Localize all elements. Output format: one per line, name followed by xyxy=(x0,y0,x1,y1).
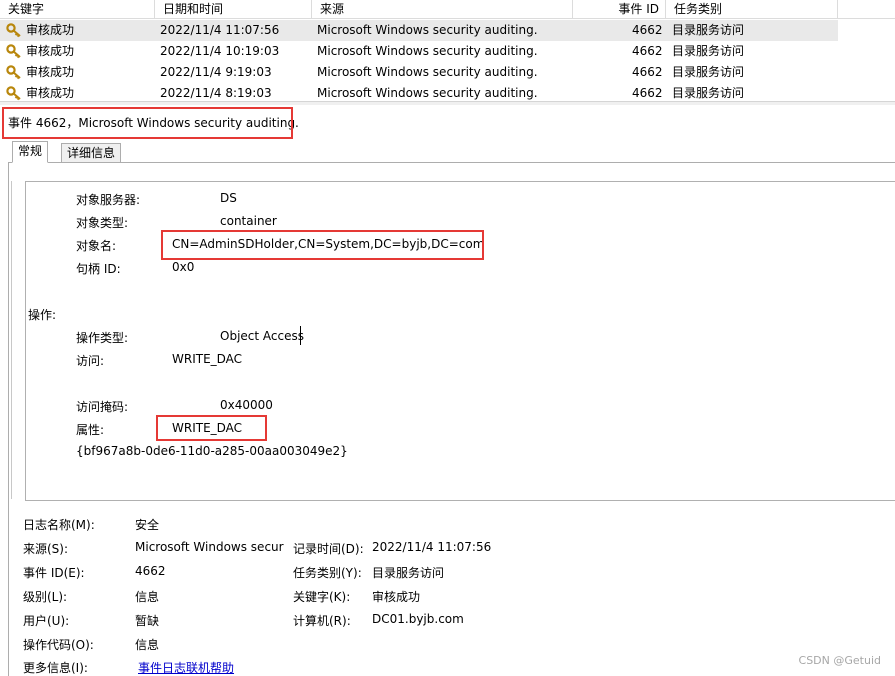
row-keyword: 审核成功 xyxy=(26,23,75,37)
row-source: Microsoft Windows security auditing. xyxy=(317,23,538,37)
text-caret xyxy=(300,326,301,345)
tab-details[interactable]: 详细信息 xyxy=(61,143,122,163)
value-opcode: 信息 xyxy=(135,638,160,652)
row-datetime: 2022/11/4 8:19:03 xyxy=(160,86,272,100)
label-object-server: 对象服务器: xyxy=(76,193,141,207)
column-header-filler xyxy=(838,0,895,19)
row-task: 目录服务访问 xyxy=(672,23,745,37)
label-level: 级别(L): xyxy=(23,590,68,604)
row-source: Microsoft Windows security auditing. xyxy=(317,44,538,58)
tab-general[interactable]: 常规 xyxy=(12,141,49,163)
value-object-server: DS xyxy=(220,191,237,205)
event-row[interactable]: 审核成功 2022/11/4 10:19:03 Microsoft Window… xyxy=(0,41,838,62)
label-access: 访问: xyxy=(76,354,105,368)
row-event-id: 4662 xyxy=(632,86,663,100)
label-event-id: 事件 ID(E): xyxy=(23,566,85,580)
value-access-mask: 0x40000 xyxy=(220,398,273,412)
label-source: 来源(S): xyxy=(23,542,69,556)
label-logged: 记录时间(D): xyxy=(293,542,364,556)
value-object-type: container xyxy=(220,214,277,228)
label-handle-id: 句柄 ID: xyxy=(76,262,121,276)
value-handle-id: 0x0 xyxy=(172,260,195,274)
row-event-id: 4662 xyxy=(632,44,663,58)
row-event-id: 4662 xyxy=(632,65,663,79)
value-guid: {bf967a8b-0de6-11d0-a285-00aa003049e2} xyxy=(76,444,348,458)
row-keyword: 审核成功 xyxy=(26,44,75,58)
row-keyword: 审核成功 xyxy=(26,65,75,79)
column-header-source[interactable]: 来源 xyxy=(312,0,573,19)
row-keyword: 审核成功 xyxy=(26,86,75,100)
more-info-link[interactable]: 事件日志联机帮助 xyxy=(138,659,234,676)
watermark: CSDN @Getuid xyxy=(798,654,881,667)
section-operation: 操作: xyxy=(28,308,57,322)
label-object-type: 对象类型: xyxy=(76,216,129,230)
label-access-mask: 访问掩码: xyxy=(76,400,129,414)
value-computer: DC01.byjb.com xyxy=(372,612,464,626)
row-datetime: 2022/11/4 10:19:03 xyxy=(160,44,280,58)
value-access: WRITE_DAC xyxy=(172,352,243,366)
label-user: 用户(U): xyxy=(23,614,70,628)
value-task-category: 目录服务访问 xyxy=(372,566,445,580)
highlight-box-properties xyxy=(156,415,267,441)
row-event-id: 4662 xyxy=(632,23,663,37)
label-keywords: 关键字(K): xyxy=(293,590,351,604)
label-opcode: 操作代码(O): xyxy=(23,638,94,652)
key-icon xyxy=(6,44,21,59)
value-logged: 2022/11/4 11:07:56 xyxy=(372,540,492,554)
highlight-box-title xyxy=(2,107,293,139)
column-header-task[interactable]: 任务类别 xyxy=(666,0,838,19)
panel-gutter xyxy=(11,181,12,499)
key-icon xyxy=(6,65,21,80)
label-operation-type: 操作类型: xyxy=(76,331,129,345)
value-log-name: 安全 xyxy=(135,518,160,532)
row-task: 目录服务访问 xyxy=(672,86,745,100)
row-datetime: 2022/11/4 11:07:56 xyxy=(160,23,280,37)
key-icon xyxy=(6,86,21,101)
event-list: 关键字 日期和时间 来源 事件 ID 任务类别 审核成功 2022/11/4 1… xyxy=(0,0,895,105)
column-header-keyword[interactable]: 关键字 xyxy=(0,0,155,19)
label-properties: 属性: xyxy=(76,423,105,437)
label-log-name: 日志名称(M): xyxy=(23,518,95,532)
row-datetime: 2022/11/4 9:19:03 xyxy=(160,65,272,79)
value-source: Microsoft Windows secur xyxy=(135,540,284,554)
event-row[interactable]: 审核成功 2022/11/4 8:19:03 Microsoft Windows… xyxy=(0,83,838,101)
row-source: Microsoft Windows security auditing. xyxy=(317,65,538,79)
row-task: 目录服务访问 xyxy=(672,65,745,79)
value-operation-type: Object Access xyxy=(220,329,304,343)
column-header-event-id[interactable]: 事件 ID xyxy=(573,0,666,19)
row-source: Microsoft Windows security auditing. xyxy=(317,86,538,100)
value-level: 信息 xyxy=(135,590,160,604)
value-user: 暂缺 xyxy=(135,614,160,628)
highlight-box-object-name xyxy=(161,230,484,260)
row-task: 目录服务访问 xyxy=(672,44,745,58)
event-row[interactable]: 审核成功 2022/11/4 11:07:56 Microsoft Window… xyxy=(0,20,838,41)
label-more-info: 更多信息(I): xyxy=(23,661,88,675)
column-header-datetime[interactable]: 日期和时间 xyxy=(155,0,312,19)
value-event-id: 4662 xyxy=(135,564,166,578)
value-keywords: 审核成功 xyxy=(372,590,421,604)
event-row[interactable]: 审核成功 2022/11/4 9:19:03 Microsoft Windows… xyxy=(0,62,838,83)
label-task-category: 任务类别(Y): xyxy=(293,566,362,580)
label-object-name: 对象名: xyxy=(76,239,117,253)
label-computer: 计算机(R): xyxy=(293,614,351,628)
key-icon xyxy=(6,23,21,38)
